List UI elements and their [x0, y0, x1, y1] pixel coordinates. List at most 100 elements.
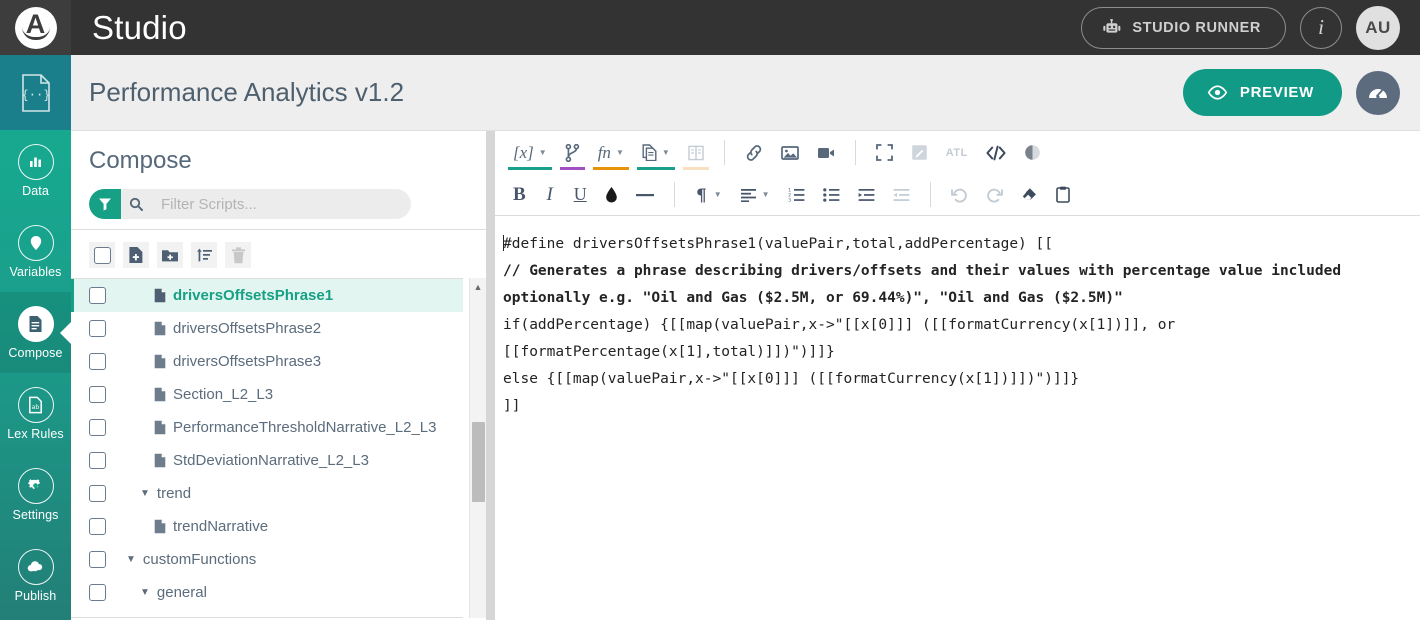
file-icon — [154, 519, 166, 534]
align-left-icon — [740, 188, 757, 202]
location-pin-icon — [18, 225, 54, 261]
app-logo[interactable]: A — [0, 0, 71, 55]
row-checkbox[interactable] — [89, 584, 106, 601]
row-checkbox[interactable] — [89, 419, 106, 436]
insert-image-button[interactable] — [772, 131, 808, 174]
caret-down-icon[interactable]: ▼ — [140, 489, 150, 499]
filter-icon[interactable] — [89, 189, 121, 219]
bold-button[interactable]: B — [504, 174, 535, 216]
performance-gauge-button[interactable] — [1356, 71, 1400, 115]
text-color-button[interactable] — [596, 174, 627, 216]
code-text: // Generates a phrase describing drivers… — [503, 263, 1350, 306]
row-checkbox[interactable] — [89, 353, 106, 370]
tree-row[interactable]: ▼customFunctions — [71, 543, 463, 576]
underline-button[interactable]: U — [565, 174, 596, 216]
chevron-down-icon: ▼ — [714, 190, 722, 199]
tree-row[interactable]: trendNarrative — [71, 510, 463, 543]
preview-button[interactable]: PREVIEW — [1183, 69, 1342, 116]
tree-item-label: Section_L2_L3 — [154, 386, 273, 403]
tree-row[interactable]: Section_L2_L3 — [71, 378, 463, 411]
search-input[interactable] — [151, 196, 411, 213]
svg-text:ab: ab — [32, 404, 40, 411]
paragraph-format-menu[interactable]: ¶ ▼ — [686, 174, 731, 216]
sidebar-item-publish[interactable]: Publish — [0, 535, 71, 616]
sidebar-item-variables[interactable]: Variables — [0, 211, 71, 292]
select-all-checkbox[interactable] — [89, 242, 115, 268]
branch-logic-button[interactable] — [556, 131, 589, 174]
insert-function-menu[interactable]: fn ▼ — [589, 131, 633, 174]
text-align-menu[interactable]: ▼ — [731, 174, 779, 216]
info-button[interactable]: i — [1300, 7, 1342, 49]
sidebar-item-data[interactable]: Data — [0, 130, 71, 211]
sidebar-item-lex-rules[interactable]: ab Lex Rules — [0, 373, 71, 454]
top-bar-actions: STUDIO RUNNER i AU — [1081, 6, 1420, 50]
tree-row[interactable]: PerformanceThresholdNarrative_L2_L3 — [71, 411, 463, 444]
source-code-button[interactable] — [977, 131, 1015, 174]
scrollbar-thumb[interactable] — [472, 422, 485, 502]
unordered-list-button[interactable] — [814, 174, 849, 216]
toolbar-divider — [930, 182, 931, 207]
insert-video-button[interactable] — [808, 131, 844, 174]
row-checkbox[interactable] — [89, 287, 106, 304]
tree-item-label: ▼general — [140, 584, 207, 601]
code-content[interactable]: #define driversOffsetsPhrase1(valuePair,… — [495, 216, 1420, 620]
sort-button[interactable] — [191, 242, 217, 268]
row-checkbox[interactable] — [89, 518, 106, 535]
new-folder-button[interactable] — [157, 242, 183, 268]
caret-down-icon[interactable]: ▼ — [140, 588, 150, 598]
tree-row[interactable]: StdDeviationNarrative_L2_L3 — [71, 444, 463, 477]
contrast-button[interactable] — [1015, 131, 1050, 174]
code-line: #define driversOffsetsPhrase1(valuePair,… — [503, 231, 1400, 258]
new-script-button[interactable] — [123, 242, 149, 268]
sidebar-item-settings[interactable]: Settings — [0, 454, 71, 535]
project-title-bar: Performance Analytics v1.2 PREVIEW — [71, 55, 1420, 131]
sidebar-item-label: Publish — [15, 589, 57, 603]
caret-down-icon[interactable]: ▼ — [126, 555, 136, 565]
expand-icon — [876, 144, 893, 161]
italic-button[interactable]: I — [535, 174, 565, 216]
search-icon[interactable] — [121, 197, 151, 211]
insert-link-button[interactable] — [736, 131, 772, 174]
rail-project-icon-container[interactable]: {··} — [0, 55, 71, 130]
edit-markup-button — [902, 131, 937, 174]
tree-row[interactable]: ▼trend — [71, 477, 463, 510]
delete-button[interactable] — [225, 242, 251, 268]
pilcrow-icon: ¶ — [695, 187, 709, 203]
compose-panel: Compose — [71, 131, 486, 620]
ordered-list-button[interactable]: 1 2 3 — [779, 174, 814, 216]
tree-item-text: trendNarrative — [173, 518, 268, 535]
tree-row[interactable]: driversOffsetsPhrase1 — [71, 279, 463, 312]
tree-row[interactable]: ▼general — [71, 576, 463, 609]
app-name: Studio — [92, 9, 187, 47]
paste-button[interactable] — [1047, 174, 1079, 216]
tab-underline — [508, 167, 552, 170]
sidebar-item-compose[interactable]: Compose — [0, 292, 71, 373]
file-icon — [154, 288, 166, 303]
fullscreen-button[interactable] — [867, 131, 902, 174]
tree-scrollbar[interactable]: ▲ — [469, 278, 486, 618]
row-checkbox[interactable] — [89, 452, 106, 469]
insert-variable-menu[interactable]: [x] ▼ — [504, 131, 556, 174]
clear-format-button[interactable] — [1012, 174, 1047, 216]
row-checkbox[interactable] — [89, 551, 106, 568]
logo-letter: A — [26, 11, 46, 38]
avatar[interactable]: AU — [1356, 6, 1400, 50]
document-abc-icon: ab — [18, 387, 54, 423]
tree-row[interactable]: driversOffsetsPhrase3 — [71, 345, 463, 378]
script-tree-wrapper: driversOffsetsPhrase1driversOffsetsPhras… — [71, 278, 486, 618]
row-checkbox[interactable] — [89, 386, 106, 403]
script-document-icon: {··} — [21, 74, 51, 112]
tree-item-label: ▼trend — [140, 485, 191, 502]
indent-button[interactable] — [849, 174, 884, 216]
insert-snippet-menu[interactable]: ▼ — [633, 131, 679, 174]
scroll-up-arrow-icon[interactable]: ▲ — [470, 278, 486, 295]
studio-runner-button[interactable]: STUDIO RUNNER — [1081, 7, 1286, 49]
filter-row — [71, 175, 486, 219]
chart-bar-icon — [18, 144, 54, 180]
row-checkbox[interactable] — [89, 320, 106, 337]
horizontal-rule-button[interactable] — [627, 174, 663, 216]
panel-splitter[interactable] — [486, 131, 495, 620]
dictionary-button — [679, 131, 713, 174]
row-checkbox[interactable] — [89, 485, 106, 502]
tree-row[interactable]: driversOffsetsPhrase2 — [71, 312, 463, 345]
